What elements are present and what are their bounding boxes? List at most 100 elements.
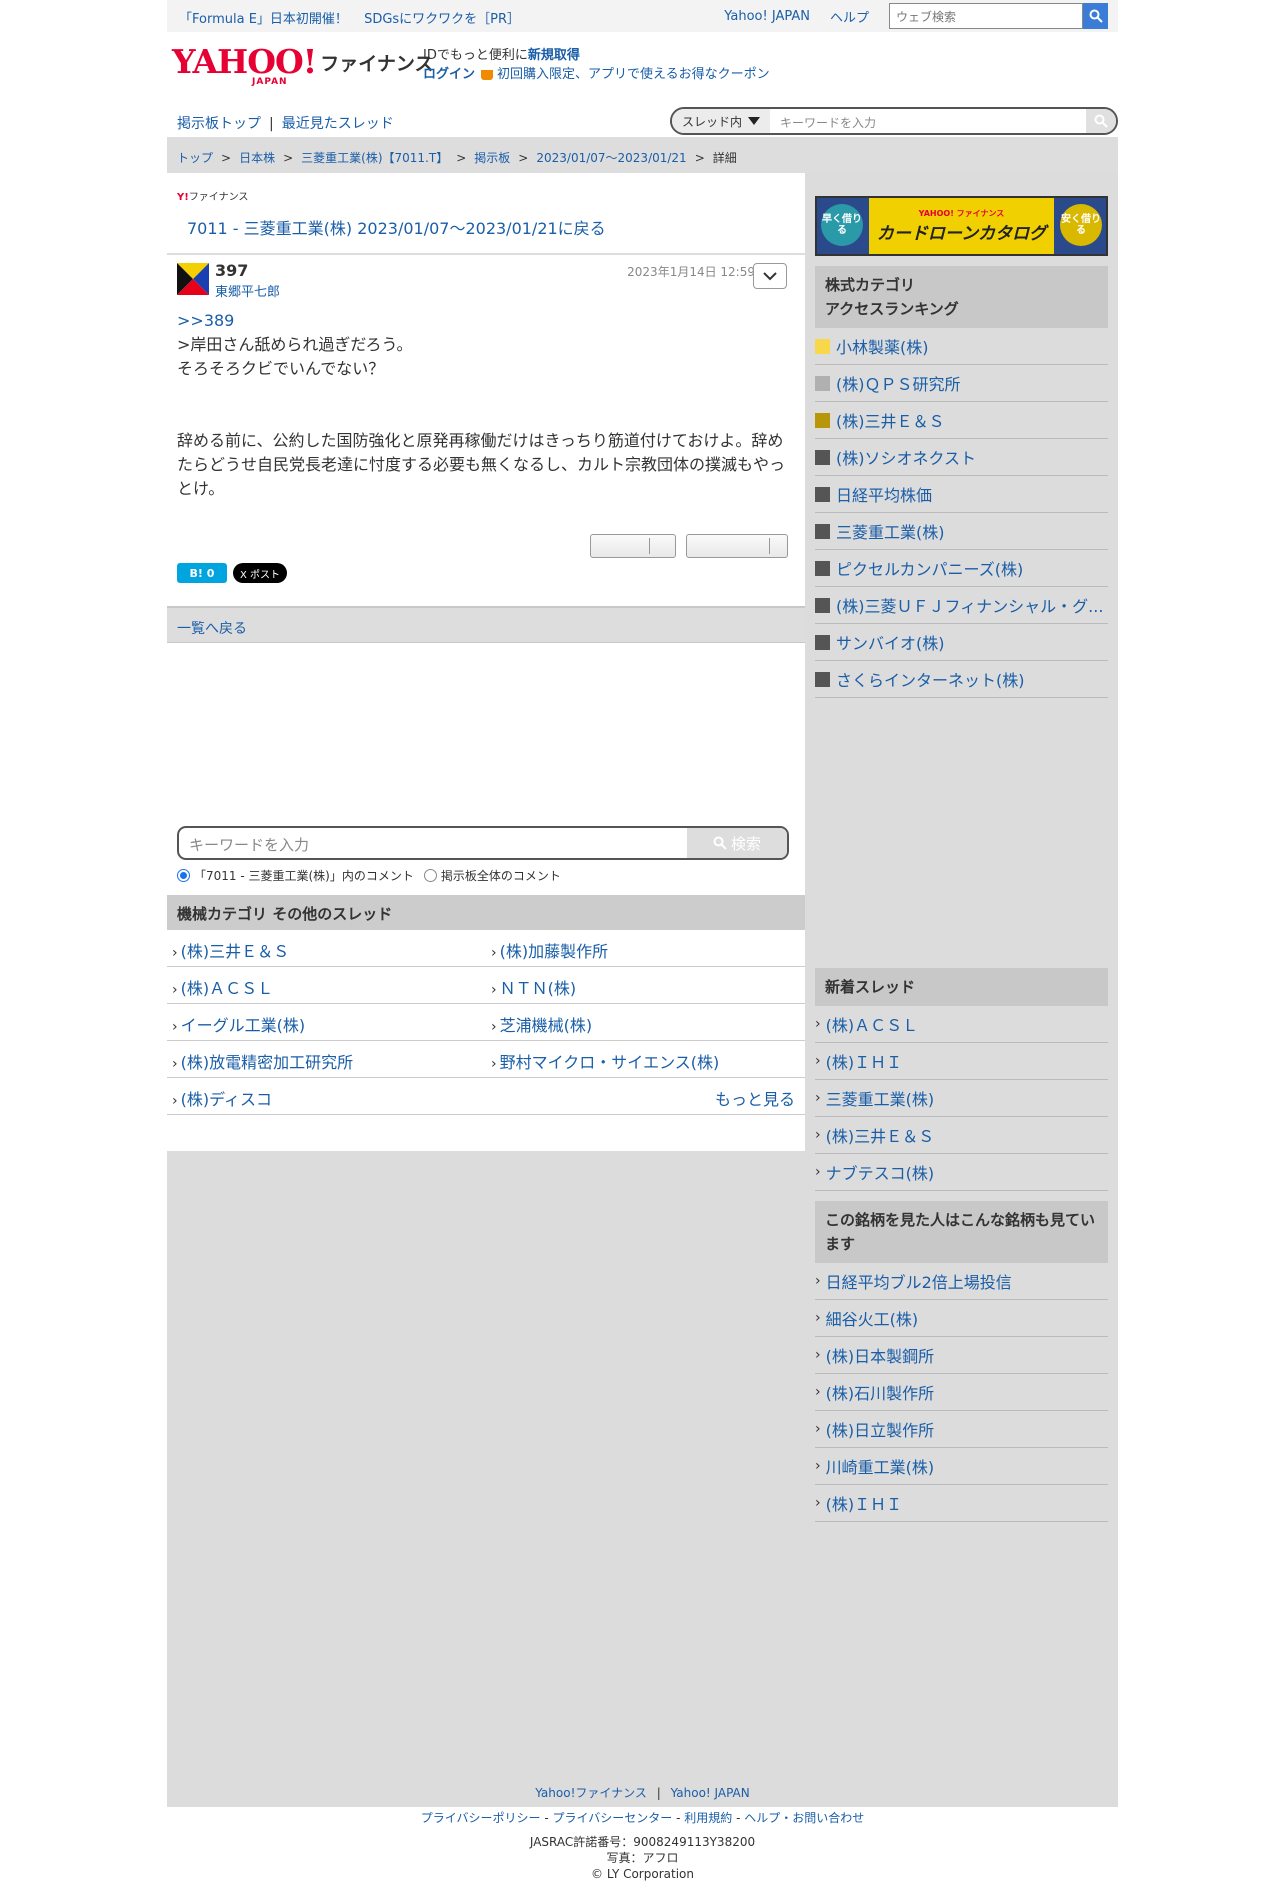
other-thread-item[interactable]: (株)三井Ｅ＆Ｓ — [167, 930, 486, 966]
keyword-input[interactable]: キーワードを入力 — [179, 828, 687, 858]
banner-center: YAHOO! ファイナンス カードローンカタログ — [869, 198, 1054, 254]
ranking-item[interactable]: (株)三菱ＵＦＪフィナンシャル・グ... — [815, 587, 1108, 624]
help-contact-link[interactable]: ヘルプ・お問い合わせ — [744, 1811, 864, 1825]
ranking-item[interactable]: ピクセルカンパニーズ(株) — [815, 550, 1108, 587]
also-viewed-item[interactable]: 細谷火工(株) — [815, 1300, 1108, 1337]
thread-keyword-input[interactable]: キーワードを入力 — [770, 109, 1086, 133]
breadcrumb-stock[interactable]: 三菱重工業(株)【7011.T】 — [301, 151, 448, 165]
other-thread-item[interactable]: イーグル工業(株) — [167, 1004, 486, 1040]
x-post-button[interactable]: X ポスト — [233, 563, 287, 583]
header: YAHOO! JAPAN ファイナンス IDでもっと便利に新規取得 ログイン 初回… — [167, 32, 1118, 100]
ranking-item[interactable]: (株)三井Ｅ＆Ｓ — [815, 402, 1108, 439]
keyword-search-button[interactable]: 検索 — [687, 828, 787, 858]
other-thread-item[interactable]: 野村マイクロ・サイエンス(株) — [486, 1041, 805, 1077]
header-info: IDでもっと便利に新規取得 ログイン 初回購入限定、アプリで使えるお得なクーポン — [423, 46, 770, 84]
coupon-link[interactable]: 初回購入限定、アプリで使えるお得なクーポン — [497, 67, 770, 82]
caret-down-icon — [748, 117, 760, 125]
breadcrumb-board[interactable]: 掲示板 — [474, 151, 510, 165]
top-bar: 「Formula E」日本初開催！ SDGsにワクワクを［PR］ Yahoo! … — [167, 0, 1118, 32]
pr-link-sdgs[interactable]: SDGsにワクワクを［PR］ — [364, 12, 520, 27]
radio-all-boards[interactable] — [423, 869, 437, 882]
other-threads-row: (株)放電精密加工研究所 野村マイクロ・サイエンス(株) — [167, 1041, 805, 1078]
hatena-bookmark-button[interactable]: B! 0 — [177, 563, 227, 583]
breadcrumb-top[interactable]: トップ — [177, 151, 213, 165]
logo-service: ファイナンス — [320, 53, 434, 75]
ranking-item[interactable]: (株)ソシオネクスト — [815, 439, 1108, 476]
also-viewed-item[interactable]: 日経平均ブル2倍上場投信 — [815, 1263, 1108, 1300]
search-scope-select[interactable]: スレッド内 — [672, 109, 770, 133]
rank-marker — [815, 523, 830, 539]
ranking-item[interactable]: サンバイオ(株) — [815, 624, 1108, 661]
copyright: © LY Corporation — [591, 1867, 694, 1881]
other-thread-item[interactable]: (株)ＡＣＳＬ — [167, 967, 486, 1003]
post-menu-button[interactable] — [753, 263, 787, 289]
login-link[interactable]: ログイン — [423, 67, 475, 82]
agree-button[interactable] — [590, 534, 676, 558]
register-link[interactable]: 新規取得 — [528, 48, 580, 63]
back-to-list-bar: 一覧へ戻る — [167, 606, 805, 643]
search-icon — [1089, 9, 1103, 23]
recent-threads-link[interactable]: 最近見たスレッド — [282, 116, 394, 132]
terms-link[interactable]: 利用規約 — [684, 1811, 732, 1825]
rank-marker — [815, 597, 830, 613]
other-thread-item[interactable]: ＮＴＮ(株) — [486, 967, 805, 1003]
ranking-item[interactable]: 日経平均株価 — [815, 476, 1108, 513]
also-viewed-item[interactable]: (株)日本製鋼所 — [815, 1337, 1108, 1374]
new-thread-item[interactable]: (株)ＡＣＳＬ — [815, 1006, 1108, 1043]
web-search-button[interactable] — [1083, 3, 1108, 29]
board-nav: 掲示板トップ | 最近見たスレッド スレッド内 キーワードを入力 — [167, 100, 1118, 138]
also-viewed-item[interactable]: (株)石川製作所 — [815, 1374, 1108, 1411]
avatar[interactable] — [177, 263, 209, 295]
other-thread-item[interactable]: (株)放電精密加工研究所 — [167, 1041, 486, 1077]
search-scope-value: スレッド内 — [682, 114, 743, 129]
rank-marker — [815, 375, 830, 391]
web-search-input[interactable]: ウェブ検索 — [889, 3, 1083, 29]
privacy-policy-link[interactable]: プライバシーポリシー — [421, 1811, 541, 1825]
breadcrumb-period[interactable]: 2023/01/07〜2023/01/21 — [536, 151, 686, 165]
yahoo-japan-link[interactable]: Yahoo! JAPAN — [724, 9, 810, 24]
back-to-thread-link[interactable]: 7011 - 三菱重工業(株) 2023/01/07〜2023/01/21に戻る — [187, 215, 606, 239]
new-thread-item[interactable]: (株)ＩＨＩ — [815, 1043, 1108, 1080]
back-to-list-link[interactable]: 一覧へ戻る — [177, 621, 247, 637]
pr-link-formula-e[interactable]: 「Formula E」日本初開催！ — [179, 12, 348, 27]
footer-finance-link[interactable]: Yahoo!ファイナンス — [535, 1786, 647, 1800]
new-thread-item[interactable]: 三菱重工業(株) — [815, 1080, 1108, 1117]
search-scope-radios: 「7011 - 三菱重工業(株)」内のコメント 掲示板全体のコメント — [177, 867, 561, 884]
new-thread-item[interactable]: (株)三井Ｅ＆Ｓ — [815, 1117, 1108, 1154]
thread-search-button[interactable] — [1086, 109, 1116, 133]
also-viewed-item[interactable]: (株)ＩＨＩ — [815, 1485, 1108, 1522]
id-promo-text: IDでもっと便利に — [423, 48, 528, 63]
post-username-link[interactable]: 東郷平七郎 — [215, 281, 280, 300]
help-link[interactable]: ヘルプ — [830, 7, 869, 26]
breadcrumb-japan-stocks[interactable]: 日本株 — [239, 151, 275, 165]
privacy-center-link[interactable]: プライバシーセンター — [553, 1811, 673, 1825]
radio-this-stock[interactable] — [177, 869, 190, 882]
rank-marker — [815, 449, 830, 465]
post-date: 2023年1月14日 12:59 — [627, 265, 755, 279]
new-thread-item[interactable]: ナブテスコ(株) — [815, 1154, 1108, 1191]
ranking-item[interactable]: 三菱重工業(株) — [815, 513, 1108, 550]
logo-sub: JAPAN — [252, 77, 288, 87]
other-thread-item[interactable]: (株)加藤製作所 — [486, 930, 805, 966]
rank-marker — [815, 634, 830, 650]
also-viewed-item[interactable]: 川崎重工業(株) — [815, 1448, 1108, 1485]
other-threads-list: (株)三井Ｅ＆Ｓ (株)加藤製作所 (株)ＡＣＳＬ ＮＴＮ(株) イーグル工業(… — [167, 930, 805, 1115]
also-viewed-item[interactable]: (株)日立製作所 — [815, 1411, 1108, 1448]
board-top-link[interactable]: 掲示板トップ — [177, 116, 261, 132]
board-nav-links: 掲示板トップ | 最近見たスレッド — [177, 113, 394, 133]
other-threads-row: イーグル工業(株) 芝浦機械(株) — [167, 1004, 805, 1041]
other-thread-item[interactable]: (株)ディスコ — [167, 1078, 486, 1114]
reply-anchor-link[interactable]: >>389 — [177, 309, 789, 333]
more-threads-link[interactable]: もっと見る — [486, 1078, 805, 1114]
yahoo-finance-logo[interactable]: YAHOO! JAPAN ファイナンス — [172, 45, 434, 87]
jasrac-number: JASRAC許諾番号：9008249113Y38200 — [529, 1835, 756, 1849]
card-loan-banner[interactable]: 早く借りる YAHOO! ファイナンス カードローンカタログ 安く借りる — [815, 196, 1108, 256]
ranking-item[interactable]: 小林製薬(株) — [815, 328, 1108, 365]
ranking-item[interactable]: (株)ＱＰＳ研究所 — [815, 365, 1108, 402]
footer-yahoo-japan-link[interactable]: Yahoo! JAPAN — [671, 1786, 750, 1800]
ranking-item[interactable]: さくらインターネット(株) — [815, 661, 1108, 698]
other-thread-item[interactable]: 芝浦機械(株) — [486, 1004, 805, 1040]
also-viewed-heading: この銘柄を見た人はこんな銘柄も見ています — [815, 1201, 1108, 1263]
disagree-button[interactable] — [686, 534, 788, 558]
cart-icon — [481, 69, 494, 80]
